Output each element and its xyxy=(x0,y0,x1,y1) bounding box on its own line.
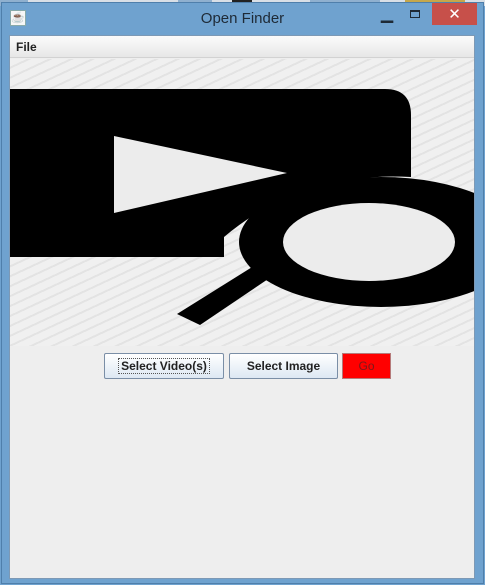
select-videos-button[interactable]: Select Video(s) xyxy=(104,353,224,379)
minimize-icon: ▁ xyxy=(380,6,394,23)
select-videos-label: Select Video(s) xyxy=(118,358,210,374)
maximize-icon xyxy=(410,10,420,18)
banner-image xyxy=(10,59,474,346)
content-pane: File Select Video(s) Select Image Go xyxy=(9,35,475,579)
title-bar[interactable]: ☕ Open Finder ▁ ✕ xyxy=(2,3,483,35)
menu-file[interactable]: File xyxy=(14,39,39,55)
app-window: ☕ Open Finder ▁ ✕ File Select Video(s) S… xyxy=(1,2,484,584)
minimize-button[interactable]: ▁ xyxy=(374,3,400,25)
select-image-button[interactable]: Select Image xyxy=(229,353,338,379)
select-image-label: Select Image xyxy=(246,359,321,373)
video-search-icon xyxy=(10,89,474,325)
go-label: Go xyxy=(358,359,375,373)
go-button[interactable]: Go xyxy=(342,353,391,379)
maximize-button[interactable] xyxy=(402,3,428,25)
close-icon: ✕ xyxy=(448,6,461,23)
close-button[interactable]: ✕ xyxy=(432,3,477,25)
menu-bar: File xyxy=(10,36,474,58)
action-row: Select Video(s) Select Image Go xyxy=(10,353,474,379)
